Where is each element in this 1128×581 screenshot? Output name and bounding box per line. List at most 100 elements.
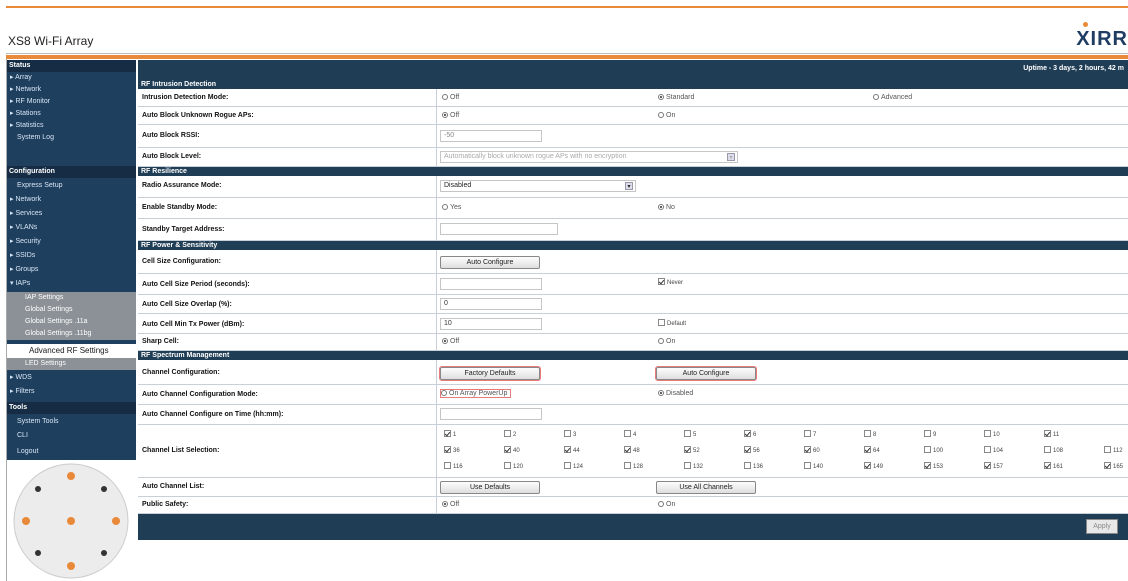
sidebar-item-iaps[interactable]: ▾ IAPs — [7, 278, 136, 290]
column-divider — [436, 219, 437, 240]
channel-checkbox[interactable]: 8 — [864, 430, 876, 438]
use-defaults-button[interactable]: Use Defaults — [440, 481, 540, 494]
radio-intrusion-advanced[interactable]: Advanced — [873, 94, 912, 101]
channel-checkbox[interactable]: 11 — [1044, 430, 1059, 438]
sidebar-item-express-setup[interactable]: Express Setup — [7, 180, 136, 192]
radio-public-safety-on[interactable]: On — [658, 501, 675, 508]
use-all-channels-button[interactable]: Use All Channels — [656, 481, 756, 494]
radio-assurance-select[interactable]: Disabled ▾ — [440, 180, 636, 192]
radio-on-array-powerup[interactable]: On Array PowerUp — [439, 389, 512, 398]
sidebar-section-status[interactable]: Status — [7, 60, 136, 72]
column-divider — [436, 107, 437, 124]
channel-checkbox[interactable]: 153 — [924, 462, 943, 470]
sidebar-item-wds[interactable]: ▸ WDS — [7, 372, 136, 384]
channel-checkbox[interactable]: 44 — [564, 446, 580, 454]
sidebar-item-led-settings[interactable]: LED Settings — [7, 358, 136, 370]
channel-checkbox[interactable]: 9 — [924, 430, 936, 438]
sidebar-item-system-tools[interactable]: System Tools — [7, 416, 136, 428]
radio-public-safety-off[interactable]: Off — [442, 501, 459, 508]
apply-button[interactable]: Apply — [1086, 519, 1118, 534]
column-divider — [436, 425, 437, 477]
sidebar-item-ssids[interactable]: ▸ SSIDs — [7, 250, 136, 262]
sidebar-section-tools[interactable]: Tools — [7, 402, 136, 414]
channel-checkbox[interactable]: 149 — [864, 462, 883, 470]
radio-auto-block-on[interactable]: On — [658, 112, 675, 119]
channel-checkbox[interactable]: 112 — [1104, 446, 1123, 454]
channel-checkbox[interactable]: 56 — [744, 446, 760, 454]
channel-checkbox[interactable]: 6 — [744, 430, 756, 438]
sidebar-item-iap-settings[interactable]: IAP Settings — [7, 292, 136, 304]
sidebar-item-array[interactable]: ▸ Array — [7, 72, 136, 84]
sidebar-item-advanced-rf-settings[interactable]: Advanced RF Settings — [7, 344, 136, 358]
channel-checkbox[interactable]: 5 — [684, 430, 696, 438]
sidebar-item-services[interactable]: ▸ Services — [7, 208, 136, 220]
label-enable-standby-mode: Enable Standby Mode: — [142, 204, 218, 211]
default-checkbox[interactable]: Default — [658, 319, 686, 327]
auto-block-rssi-input[interactable]: -50 — [440, 130, 542, 142]
channel-checkbox[interactable]: 165 — [1104, 462, 1123, 470]
channel-checkbox[interactable]: 140 — [804, 462, 823, 470]
channel-checkbox[interactable]: 2 — [504, 430, 516, 438]
channel-checkbox[interactable]: 48 — [624, 446, 640, 454]
sidebar-item-groups[interactable]: ▸ Groups — [7, 264, 136, 276]
auto-cell-min-tx-power-input[interactable]: 10 — [440, 318, 542, 330]
channel-checkbox[interactable]: 100 — [924, 446, 943, 454]
channel-checkbox[interactable]: 128 — [624, 462, 643, 470]
channel-checkbox[interactable]: 157 — [984, 462, 1003, 470]
channel-checkbox[interactable]: 136 — [744, 462, 763, 470]
auto-channel-time-input[interactable] — [440, 408, 542, 420]
auto-block-level-select[interactable]: Automatically block unknown rogue APs wi… — [440, 151, 738, 163]
sidebar-item-logout[interactable]: Logout — [7, 446, 136, 458]
channel-checkbox[interactable]: 1 — [444, 430, 456, 438]
radio-intrusion-off[interactable]: Off — [442, 94, 459, 101]
channel-checkbox[interactable]: 132 — [684, 462, 703, 470]
sidebar-item-system-log[interactable]: System Log — [7, 132, 136, 144]
radio-standby-yes[interactable]: Yes — [442, 204, 461, 211]
channel-checkbox[interactable]: 3 — [564, 430, 576, 438]
sidebar-item-config-network[interactable]: ▸ Network — [7, 194, 136, 206]
radio-intrusion-standard[interactable]: Standard — [658, 94, 694, 101]
channel-checkbox[interactable]: 36 — [444, 446, 460, 454]
sidebar-item-filters[interactable]: ▸ Filters — [7, 386, 136, 398]
radio-auto-channel-disabled[interactable]: Disabled — [658, 390, 693, 397]
channel-checkbox[interactable]: 52 — [684, 446, 700, 454]
sidebar-item-stations[interactable]: ▸ Stations — [7, 108, 136, 120]
channel-checkbox[interactable]: 116 — [444, 462, 463, 470]
channel-checkbox[interactable]: 60 — [804, 446, 820, 454]
never-checkbox[interactable]: Never — [658, 278, 683, 286]
sidebar-item-global-settings-11bg[interactable]: Global Settings .11bg — [7, 328, 136, 340]
channel-checkbox[interactable]: 124 — [564, 462, 583, 470]
sidebar-item-network[interactable]: ▸ Network — [7, 84, 136, 96]
cell-size-auto-configure-button[interactable]: Auto Configure — [440, 256, 540, 269]
sidebar-item-rf-monitor[interactable]: ▸ RF Monitor — [7, 96, 136, 108]
channel-checkbox[interactable]: 4 — [624, 430, 636, 438]
channel-auto-configure-button[interactable]: Auto Configure — [655, 366, 757, 381]
sidebar-item-vlans[interactable]: ▸ VLANs — [7, 222, 136, 234]
channel-checkbox[interactable]: 10 — [984, 430, 1000, 438]
channel-number: 116 — [453, 464, 463, 470]
checkbox-icon — [1044, 430, 1051, 437]
sidebar-item-global-settings[interactable]: Global Settings — [7, 304, 136, 316]
channel-checkbox[interactable]: 108 — [1044, 446, 1063, 454]
channel-checkbox[interactable]: 120 — [504, 462, 523, 470]
radio-sharp-cell-off[interactable]: Off — [442, 338, 459, 345]
sidebar-section-configuration[interactable]: Configuration — [7, 166, 136, 178]
checkbox-icon — [984, 446, 991, 453]
sidebar-item-cli[interactable]: CLI — [7, 430, 136, 442]
channel-checkbox[interactable]: 7 — [804, 430, 816, 438]
auto-cell-size-period-input[interactable] — [440, 278, 542, 290]
section-rf-intrusion-detection: RF Intrusion Detection — [138, 80, 1128, 89]
standby-target-address-input[interactable] — [440, 223, 558, 235]
auto-cell-size-overlap-input[interactable]: 0 — [440, 298, 542, 310]
sidebar-item-statistics[interactable]: ▸ Statistics — [7, 120, 136, 132]
sidebar-item-global-settings-11a[interactable]: Global Settings .11a — [7, 316, 136, 328]
channel-checkbox[interactable]: 104 — [984, 446, 1003, 454]
sidebar-item-security[interactable]: ▸ Security — [7, 236, 136, 248]
radio-sharp-cell-on[interactable]: On — [658, 338, 675, 345]
channel-checkbox[interactable]: 161 — [1044, 462, 1063, 470]
radio-auto-block-off[interactable]: Off — [442, 112, 459, 119]
channel-checkbox[interactable]: 40 — [504, 446, 520, 454]
factory-defaults-button[interactable]: Factory Defaults — [439, 366, 541, 381]
radio-standby-no[interactable]: No — [658, 204, 675, 211]
channel-checkbox[interactable]: 64 — [864, 446, 880, 454]
